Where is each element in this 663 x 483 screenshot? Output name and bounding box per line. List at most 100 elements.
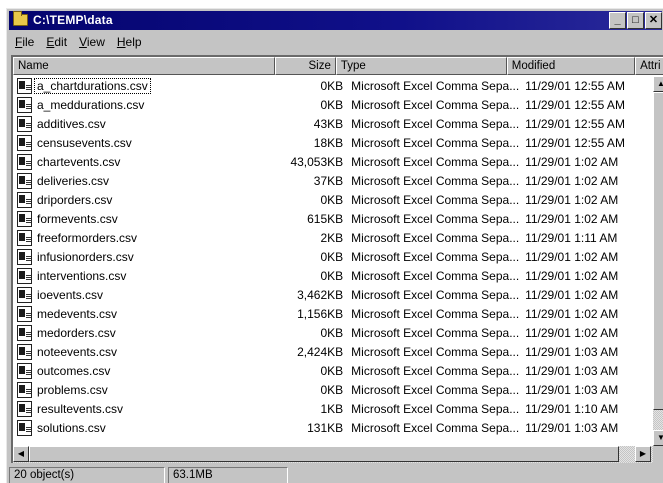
file-modified: 11/29/01 1:02 AM <box>525 325 619 340</box>
maximize-button[interactable]: □ <box>627 12 644 29</box>
file-type: Microsoft Excel Comma Sepa... <box>351 135 520 150</box>
file-type: Microsoft Excel Comma Sepa... <box>351 401 520 416</box>
scroll-up-arrow-icon[interactable]: ▲ <box>653 76 663 92</box>
file-name[interactable]: noteevents.csv <box>35 345 119 359</box>
file-name[interactable]: ioevents.csv <box>35 288 105 302</box>
excel-csv-file-icon <box>17 248 32 265</box>
file-row[interactable]: outcomes.csv 0KB Microsoft Excel Comma Sep… <box>13 361 653 380</box>
file-name-cell[interactable]: a_meddurations.csv <box>13 96 283 113</box>
file-name[interactable]: censusevents.csv <box>35 136 134 150</box>
file-name-cell[interactable]: chartevents.csv <box>13 153 283 170</box>
file-name-cell[interactable]: medevents.csv <box>13 305 283 322</box>
scroll-left-arrow-icon[interactable]: ◀ <box>13 446 29 462</box>
excel-csv-file-icon <box>17 305 32 322</box>
minimize-button[interactable]: _ <box>609 12 626 29</box>
vertical-scrollbar[interactable]: ▲ ▼ <box>653 76 663 446</box>
file-row[interactable]: freeformorders.csv 2KB Microsoft Excel Com… <box>13 228 653 247</box>
file-name-cell[interactable]: solutions.csv <box>13 419 283 436</box>
file-size: 43KB <box>313 116 344 131</box>
file-row[interactable]: interventions.csv 0KB Microsoft Excel Comm… <box>13 266 653 285</box>
file-row[interactable]: deliveries.csv 37KB Microsoft Excel Comma … <box>13 171 653 190</box>
file-type: Microsoft Excel Comma Sepa... <box>351 97 520 112</box>
file-name[interactable]: interventions.csv <box>35 269 128 283</box>
explorer-window: C:\TEMP\data _ □ ✕ File Edit View Help N… <box>6 8 663 483</box>
file-name-cell[interactable]: freeformorders.csv <box>13 229 283 246</box>
excel-csv-file-icon <box>17 381 32 398</box>
column-header-type[interactable]: Type <box>335 57 507 75</box>
file-name[interactable]: a_chartdurations.csv <box>34 77 151 94</box>
file-name-cell[interactable]: infusionorders.csv <box>13 248 283 265</box>
file-row[interactable]: driporders.csv 0KB Microsoft Excel Comma S… <box>13 190 653 209</box>
column-header-name[interactable]: Name <box>13 57 275 75</box>
file-name-cell[interactable]: driporders.csv <box>13 191 283 208</box>
file-row[interactable]: a_meddurations.csv 0KB Microsoft Excel Com… <box>13 95 653 114</box>
file-name-cell[interactable]: formevents.csv <box>13 210 283 227</box>
file-name[interactable]: additives.csv <box>35 117 108 131</box>
file-name-cell[interactable]: additives.csv <box>13 115 283 132</box>
file-type: Microsoft Excel Comma Sepa... <box>351 192 520 207</box>
file-type: Microsoft Excel Comma Sepa... <box>351 249 520 264</box>
menu-edit[interactable]: Edit <box>40 33 73 51</box>
excel-csv-file-icon <box>17 362 32 379</box>
column-header-size[interactable]: Size <box>274 57 336 75</box>
file-row[interactable]: chartevents.csv 43,053KB Microsoft Excel C… <box>13 152 653 171</box>
column-header-attributes[interactable]: Attri <box>635 57 663 75</box>
scroll-down-arrow-icon[interactable]: ▼ <box>653 430 663 446</box>
file-row[interactable]: resultevents.csv 1KB Microsoft Excel Comma… <box>13 399 653 418</box>
column-header-modified[interactable]: Modified <box>506 57 636 75</box>
file-name[interactable]: driporders.csv <box>35 193 114 207</box>
file-name-cell[interactable]: resultevents.csv <box>13 400 283 417</box>
horizontal-scroll-thumb[interactable] <box>29 446 619 462</box>
vertical-scroll-thumb[interactable] <box>653 92 663 410</box>
menu-view[interactable]: View <box>73 33 111 51</box>
menu-help[interactable]: Help <box>111 33 148 51</box>
file-name[interactable]: outcomes.csv <box>35 364 112 378</box>
file-name-cell[interactable]: noteevents.csv <box>13 343 283 360</box>
file-name-cell[interactable]: medorders.csv <box>13 324 283 341</box>
file-name[interactable]: infusionorders.csv <box>35 250 136 264</box>
file-size: 1KB <box>320 401 344 416</box>
file-type: Microsoft Excel Comma Sepa... <box>351 173 520 188</box>
file-row[interactable]: censusevents.csv 18KB Microsoft Excel Comm… <box>13 133 653 152</box>
file-name-cell[interactable]: outcomes.csv <box>13 362 283 379</box>
file-row[interactable]: problems.csv 0KB Microsoft Excel Comma Sep… <box>13 380 653 399</box>
file-modified: 11/29/01 1:02 AM <box>525 268 619 283</box>
file-name-cell[interactable]: ioevents.csv <box>13 286 283 303</box>
file-size: 0KB <box>320 325 344 340</box>
file-name-cell[interactable]: a_chartdurations.csv <box>13 77 283 94</box>
file-name[interactable]: medorders.csv <box>35 326 118 340</box>
close-button[interactable]: ✕ <box>645 12 662 29</box>
file-name[interactable]: formevents.csv <box>35 212 120 226</box>
file-row[interactable]: ioevents.csv 3,462KB Microsoft Excel Comma… <box>13 285 653 304</box>
excel-csv-file-icon <box>17 115 32 132</box>
file-size: 0KB <box>320 97 344 112</box>
file-name-cell[interactable]: deliveries.csv <box>13 172 283 189</box>
file-row[interactable]: formevents.csv 615KB Microsoft Excel Comma… <box>13 209 653 228</box>
file-name[interactable]: medevents.csv <box>35 307 119 321</box>
file-name[interactable]: chartevents.csv <box>35 155 122 169</box>
file-name-cell[interactable]: censusevents.csv <box>13 134 283 151</box>
file-row[interactable]: medevents.csv 1,156KB Microsoft Excel Comm… <box>13 304 653 323</box>
file-name[interactable]: problems.csv <box>35 383 110 397</box>
file-modified: 11/29/01 12:55 AM <box>525 97 625 112</box>
horizontal-scrollbar[interactable]: ◀ ▶ <box>13 446 653 463</box>
file-size: 0KB <box>320 78 344 93</box>
file-name[interactable]: freeformorders.csv <box>35 231 139 245</box>
scroll-right-arrow-icon[interactable]: ▶ <box>635 446 651 462</box>
file-row[interactable]: medorders.csv 0KB Microsoft Excel Comma Se… <box>13 323 653 342</box>
file-row[interactable]: noteevents.csv 2,424KB Microsoft Excel Com… <box>13 342 653 361</box>
file-name-cell[interactable]: interventions.csv <box>13 267 283 284</box>
file-name-cell[interactable]: problems.csv <box>13 381 283 398</box>
file-modified: 11/29/01 1:02 AM <box>525 154 619 169</box>
file-row[interactable]: a_chartdurations.csv 0KB Microsoft Excel C… <box>13 76 653 95</box>
file-name[interactable]: deliveries.csv <box>35 174 111 188</box>
file-size: 0KB <box>320 363 344 378</box>
title-bar[interactable]: C:\TEMP\data _ □ ✕ <box>9 11 662 30</box>
file-name[interactable]: a_meddurations.csv <box>35 98 146 112</box>
file-name[interactable]: resultevents.csv <box>35 402 125 416</box>
file-row[interactable]: solutions.csv 131KB Microsoft Excel Comma … <box>13 418 653 437</box>
file-row[interactable]: additives.csv 43KB Microsoft Excel Comma S… <box>13 114 653 133</box>
file-row[interactable]: infusionorders.csv 0KB Microsoft Excel Com… <box>13 247 653 266</box>
menu-file[interactable]: File <box>9 33 40 51</box>
file-name[interactable]: solutions.csv <box>35 421 108 435</box>
